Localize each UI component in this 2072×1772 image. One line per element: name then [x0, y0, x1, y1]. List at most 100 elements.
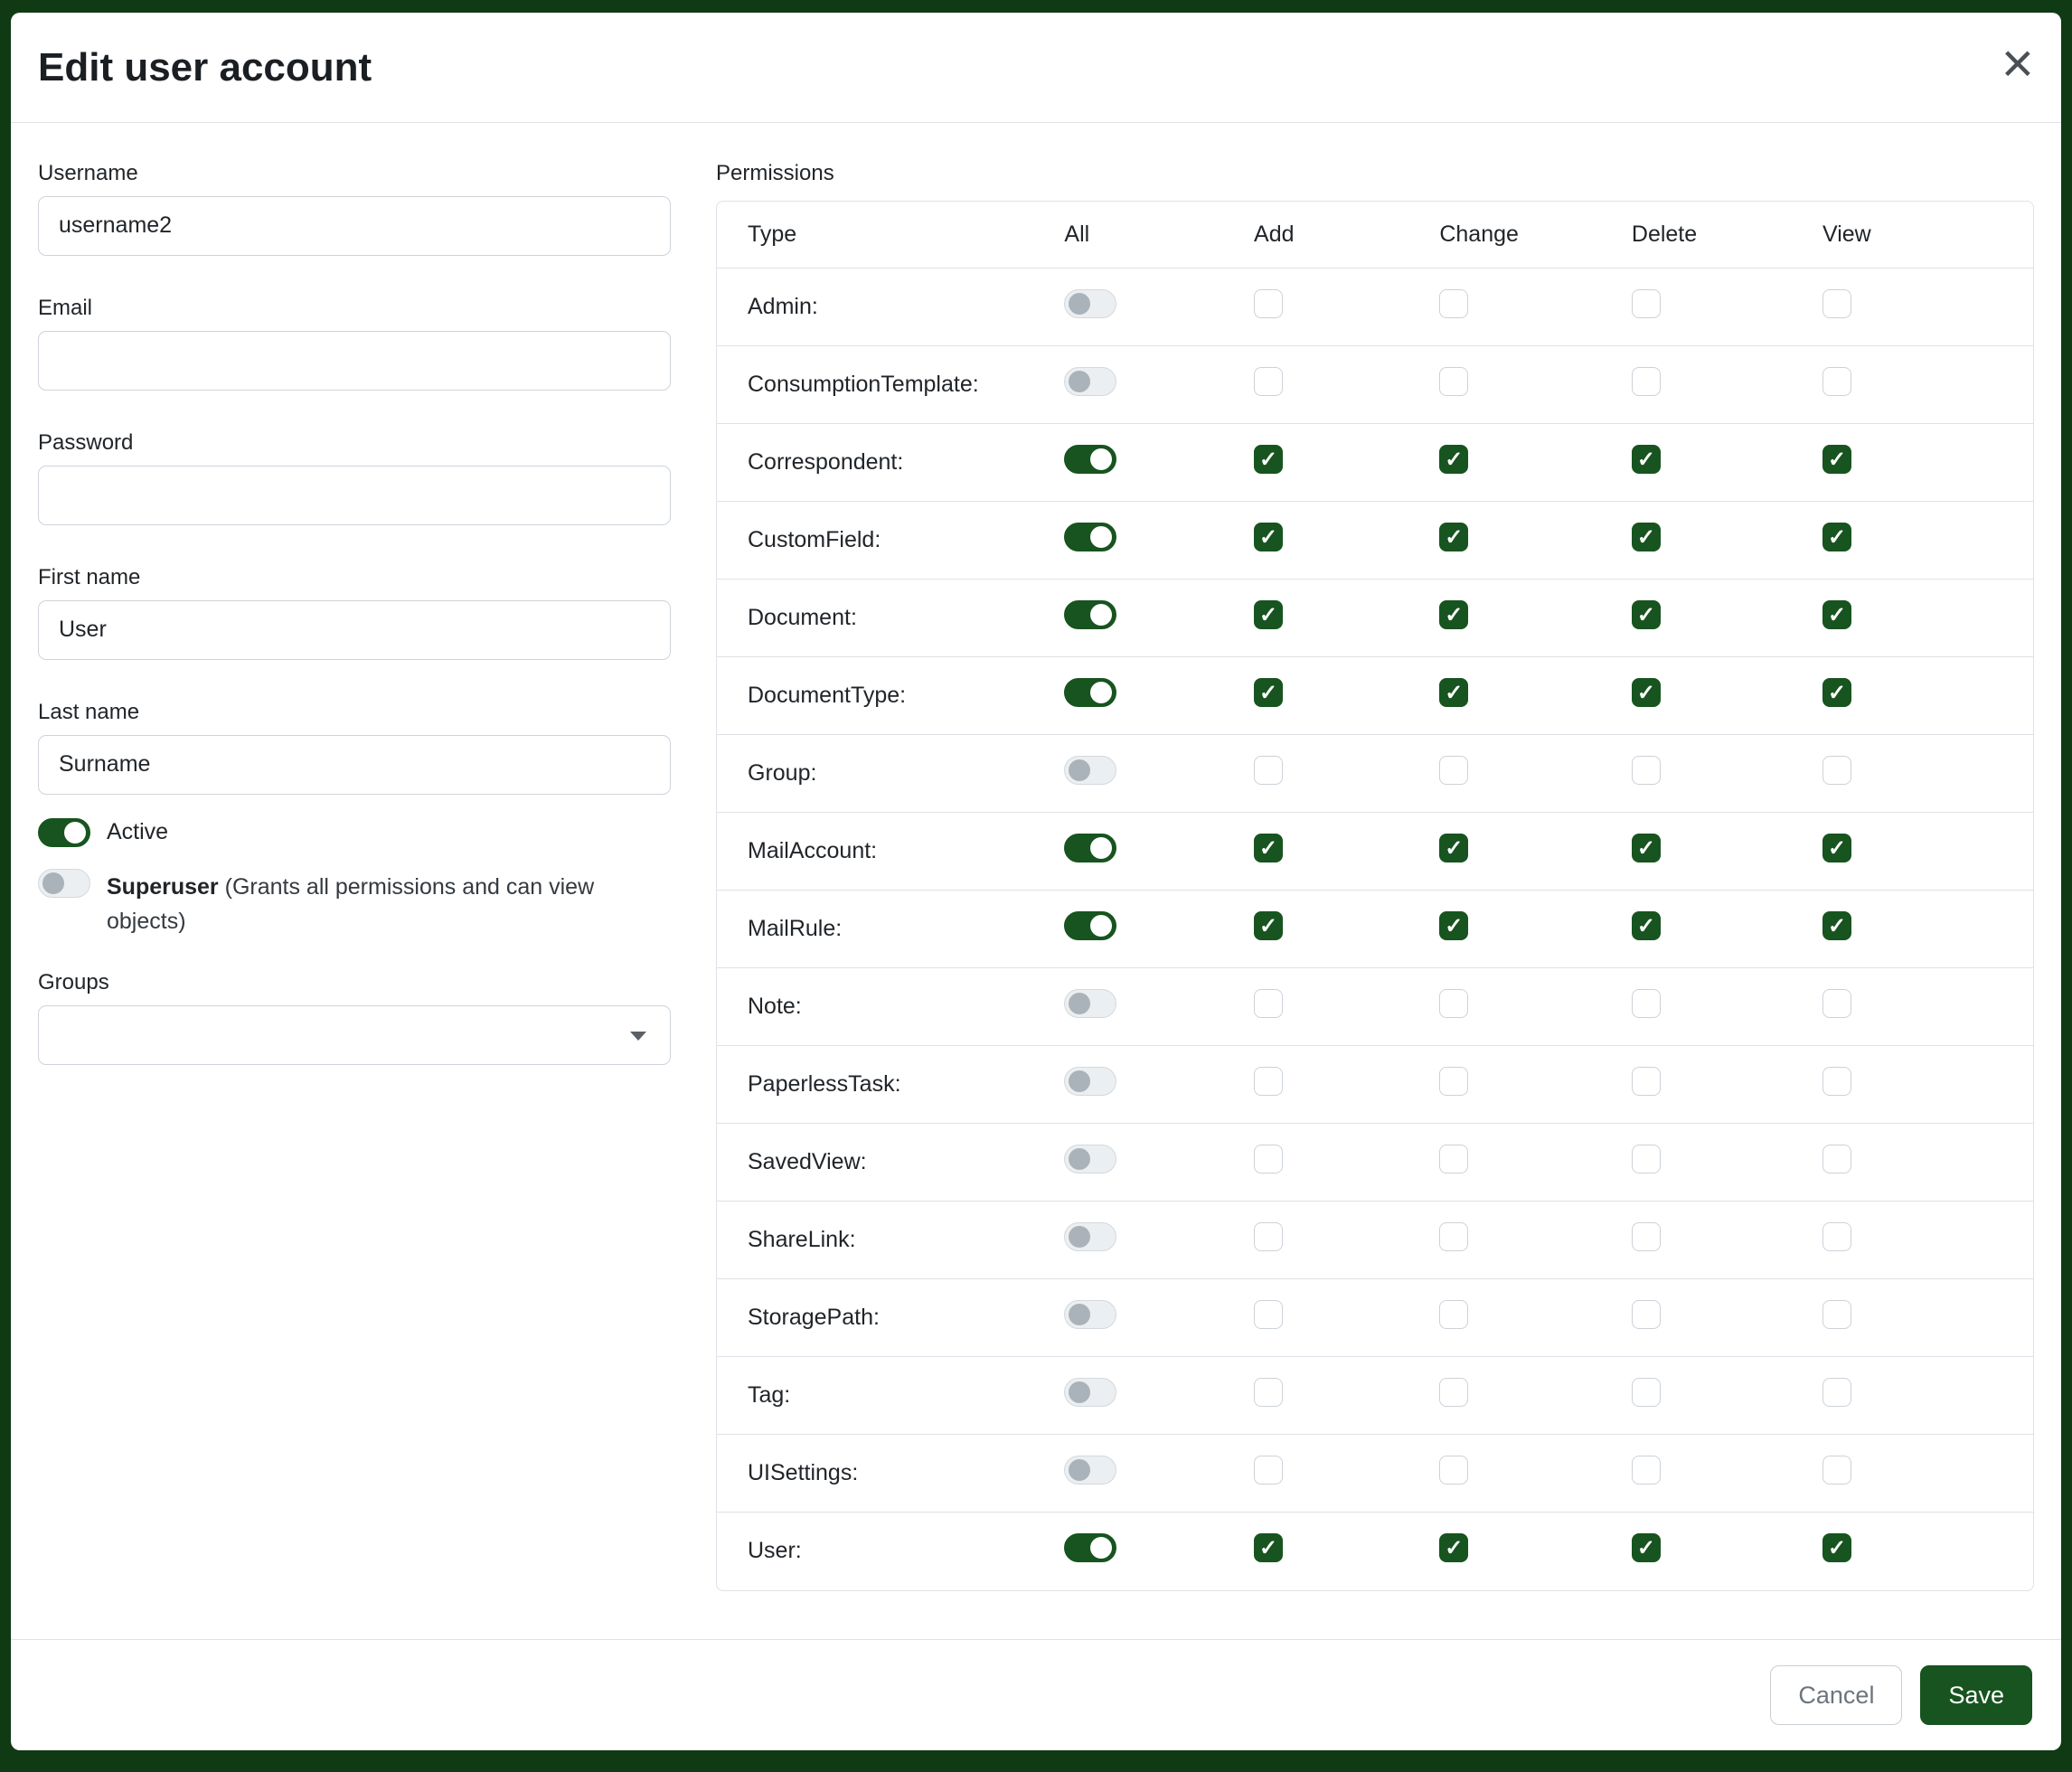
view-checkbox[interactable]	[1822, 678, 1851, 707]
view-checkbox[interactable]	[1822, 834, 1851, 862]
all-toggle[interactable]	[1064, 445, 1116, 474]
all-toggle[interactable]	[1064, 1378, 1116, 1407]
add-checkbox[interactable]	[1254, 289, 1283, 318]
view-checkbox[interactable]	[1822, 1067, 1851, 1096]
email-input[interactable]	[38, 331, 671, 391]
delete-checkbox[interactable]	[1632, 1300, 1661, 1329]
all-toggle[interactable]	[1064, 911, 1116, 940]
delete-checkbox[interactable]	[1632, 911, 1661, 940]
all-toggle[interactable]	[1064, 600, 1116, 629]
delete-checkbox[interactable]	[1632, 367, 1661, 396]
view-checkbox[interactable]	[1822, 756, 1851, 785]
view-checkbox[interactable]	[1822, 989, 1851, 1018]
view-checkbox[interactable]	[1822, 1222, 1851, 1251]
delete-checkbox[interactable]	[1632, 989, 1661, 1018]
column-header-delete: Delete	[1632, 202, 1822, 269]
change-checkbox[interactable]	[1439, 367, 1468, 396]
add-checkbox[interactable]	[1254, 523, 1283, 551]
view-checkbox[interactable]	[1822, 1456, 1851, 1485]
add-checkbox[interactable]	[1254, 911, 1283, 940]
password-field-group: Password	[38, 430, 671, 525]
change-checkbox[interactable]	[1439, 678, 1468, 707]
delete-checkbox[interactable]	[1632, 1378, 1661, 1407]
delete-checkbox[interactable]	[1632, 289, 1661, 318]
add-checkbox[interactable]	[1254, 445, 1283, 474]
change-checkbox[interactable]	[1439, 289, 1468, 318]
superuser-toggle[interactable]	[38, 869, 90, 898]
view-checkbox[interactable]	[1822, 289, 1851, 318]
add-checkbox[interactable]	[1254, 600, 1283, 629]
delete-checkbox[interactable]	[1632, 834, 1661, 862]
all-toggle[interactable]	[1064, 1222, 1116, 1251]
add-checkbox[interactable]	[1254, 678, 1283, 707]
all-toggle[interactable]	[1064, 367, 1116, 396]
delete-checkbox[interactable]	[1632, 1533, 1661, 1562]
view-checkbox[interactable]	[1822, 523, 1851, 551]
change-checkbox[interactable]	[1439, 756, 1468, 785]
all-toggle[interactable]	[1064, 1533, 1116, 1562]
change-checkbox[interactable]	[1439, 1145, 1468, 1173]
all-toggle[interactable]	[1064, 1300, 1116, 1329]
add-checkbox[interactable]	[1254, 989, 1283, 1018]
groups-select[interactable]	[38, 1005, 671, 1065]
change-checkbox[interactable]	[1439, 1067, 1468, 1096]
all-toggle[interactable]	[1064, 756, 1116, 785]
permission-type-label: UISettings:	[717, 1435, 1064, 1513]
delete-checkbox[interactable]	[1632, 600, 1661, 629]
view-checkbox[interactable]	[1822, 1533, 1851, 1562]
all-toggle[interactable]	[1064, 523, 1116, 551]
change-checkbox[interactable]	[1439, 1456, 1468, 1485]
cancel-button[interactable]: Cancel	[1770, 1665, 1902, 1725]
add-checkbox[interactable]	[1254, 1145, 1283, 1173]
add-checkbox[interactable]	[1254, 1533, 1283, 1562]
delete-checkbox[interactable]	[1632, 756, 1661, 785]
view-checkbox[interactable]	[1822, 367, 1851, 396]
delete-checkbox[interactable]	[1632, 678, 1661, 707]
first-name-input[interactable]	[38, 600, 671, 660]
change-checkbox[interactable]	[1439, 1222, 1468, 1251]
add-checkbox[interactable]	[1254, 1222, 1283, 1251]
view-checkbox[interactable]	[1822, 445, 1851, 474]
delete-checkbox[interactable]	[1632, 1222, 1661, 1251]
change-checkbox[interactable]	[1439, 911, 1468, 940]
change-checkbox[interactable]	[1439, 989, 1468, 1018]
add-checkbox[interactable]	[1254, 1067, 1283, 1096]
delete-checkbox[interactable]	[1632, 523, 1661, 551]
change-checkbox[interactable]	[1439, 834, 1468, 862]
all-toggle[interactable]	[1064, 989, 1116, 1018]
active-toggle[interactable]	[38, 818, 90, 847]
view-checkbox[interactable]	[1822, 1378, 1851, 1407]
permission-type-label: Admin:	[717, 269, 1064, 346]
delete-checkbox[interactable]	[1632, 1067, 1661, 1096]
password-input[interactable]	[38, 466, 671, 525]
add-checkbox[interactable]	[1254, 367, 1283, 396]
all-toggle[interactable]	[1064, 1067, 1116, 1096]
view-checkbox[interactable]	[1822, 911, 1851, 940]
delete-checkbox[interactable]	[1632, 445, 1661, 474]
add-checkbox[interactable]	[1254, 1456, 1283, 1485]
change-checkbox[interactable]	[1439, 523, 1468, 551]
all-toggle[interactable]	[1064, 678, 1116, 707]
change-checkbox[interactable]	[1439, 1378, 1468, 1407]
delete-checkbox[interactable]	[1632, 1145, 1661, 1173]
change-checkbox[interactable]	[1439, 445, 1468, 474]
change-checkbox[interactable]	[1439, 1300, 1468, 1329]
last-name-input[interactable]	[38, 735, 671, 795]
view-checkbox[interactable]	[1822, 1300, 1851, 1329]
close-icon[interactable]: ×	[2001, 36, 2034, 92]
username-input[interactable]	[38, 196, 671, 256]
delete-checkbox[interactable]	[1632, 1456, 1661, 1485]
add-checkbox[interactable]	[1254, 756, 1283, 785]
add-checkbox[interactable]	[1254, 834, 1283, 862]
all-toggle[interactable]	[1064, 1145, 1116, 1173]
change-checkbox[interactable]	[1439, 600, 1468, 629]
all-toggle[interactable]	[1064, 834, 1116, 862]
all-toggle[interactable]	[1064, 1456, 1116, 1485]
view-checkbox[interactable]	[1822, 1145, 1851, 1173]
add-checkbox[interactable]	[1254, 1300, 1283, 1329]
all-toggle[interactable]	[1064, 289, 1116, 318]
view-checkbox[interactable]	[1822, 600, 1851, 629]
save-button[interactable]: Save	[1920, 1665, 2032, 1725]
add-checkbox[interactable]	[1254, 1378, 1283, 1407]
change-checkbox[interactable]	[1439, 1533, 1468, 1562]
